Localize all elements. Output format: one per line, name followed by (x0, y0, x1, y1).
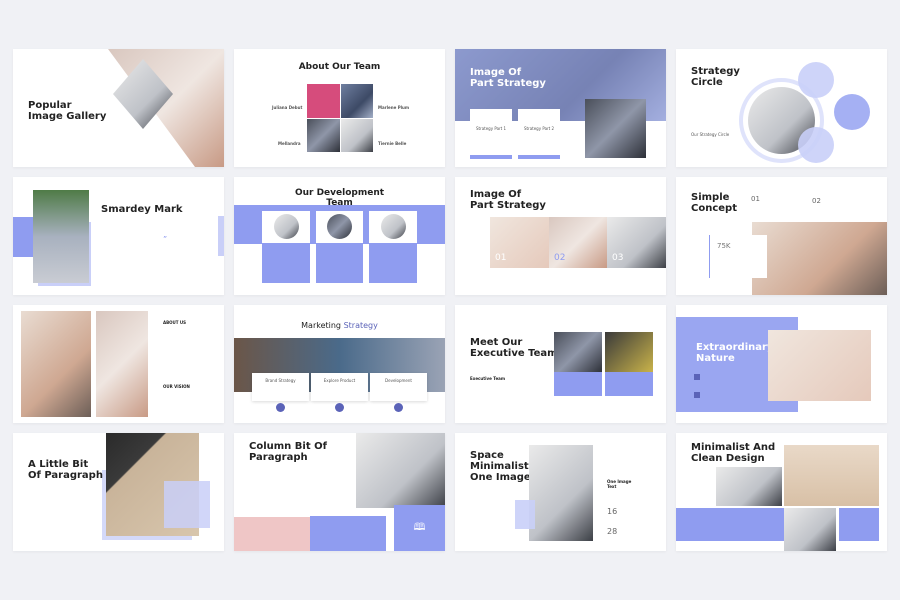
strategy-point (834, 94, 870, 130)
side-tab (13, 217, 33, 257)
wall-image (784, 445, 879, 506)
concept-image (752, 222, 887, 295)
executive-card (554, 372, 602, 396)
member-photo (340, 84, 373, 118)
member-avatar (273, 214, 299, 239)
subtitle: Our Strategy Circle (691, 132, 730, 137)
card-icon (394, 403, 403, 412)
slide-about-our-team[interactable]: About Our Team Juliana Debut Marlene Plu… (234, 49, 445, 167)
frame-image (356, 433, 445, 508)
step-number: 01 (495, 253, 507, 263)
slide-our-development-team[interactable]: Our Development Team (234, 177, 445, 295)
subtitle: Executive Team (470, 376, 506, 381)
card-button[interactable] (470, 155, 512, 159)
slide-title: Meet Our Executive Team (470, 337, 558, 359)
about-image (21, 311, 91, 417)
member-photo (307, 84, 340, 118)
slide-space-minimalist[interactable]: Space Minimalist One Image One Image Text … (455, 433, 666, 551)
laptop-image (784, 508, 836, 551)
slide-extraordinary-nature[interactable]: Extraordinary Nature (676, 305, 887, 423)
executive-card (605, 372, 653, 396)
slide-marketing-strategy[interactable]: Marketing Strategy Brand Strategy Explor… (234, 305, 445, 423)
about-image (96, 311, 148, 417)
slide-title: About Our Team (298, 62, 381, 72)
stat-value: 28 (607, 527, 618, 536)
member-avatar (327, 214, 352, 239)
slide-meet-our-executive-team[interactable]: Meet Our Executive Team Executive Team (455, 305, 666, 423)
member-photo (340, 118, 373, 152)
slide-title: Image Of Part Strategy (470, 67, 546, 89)
slide-popular-image-gallery[interactable]: Popular Image Gallery (13, 49, 224, 167)
book-icon-block: 🕮 (394, 505, 445, 551)
member-card (369, 243, 417, 283)
executive-photo (554, 332, 602, 372)
team-image (585, 99, 646, 158)
step-number: 03 (612, 253, 624, 263)
slide-a-little-bit-of-paragraph[interactable]: A Little Bit Of Paragraph (13, 433, 224, 551)
desk-image (768, 330, 871, 401)
slide-title: Space Minimalist One Image (470, 450, 531, 483)
slide-column-bit-of-paragraph[interactable]: Column Bit Of Paragraph 🕮 (234, 433, 445, 551)
text-block (676, 508, 784, 541)
office-image (716, 467, 782, 506)
member-card (262, 243, 310, 283)
slide-title: Column Bit Of Paragraph (249, 441, 327, 463)
slide-image-of-part-strategy[interactable]: Image Of Part Strategy Strategy Part 1 St… (455, 49, 666, 167)
point-number: 01 (751, 195, 760, 203)
slide-title: Popular Image Gallery (28, 100, 107, 122)
info-card (164, 481, 210, 528)
feature-icon (694, 392, 700, 398)
step-number: 02 (554, 253, 566, 263)
slide-title: Minimalist And Clean Design (691, 442, 776, 464)
profile-photo (33, 190, 89, 283)
slide-title: Image Of Part Strategy (470, 189, 546, 211)
accent-block (515, 500, 535, 529)
slide-smardey-mark[interactable]: Smardey Mark ” (13, 177, 224, 295)
slide-title: Strategy Circle (691, 66, 740, 88)
accent-bar (218, 216, 224, 256)
heading-about-us: ABOUT US (163, 320, 187, 325)
slide-title: Extraordinary Nature (696, 342, 774, 364)
member-name: Tiernie Belle (378, 141, 407, 146)
slide-about-us[interactable]: ABOUT US OUR VISION (13, 305, 224, 423)
point-number: 02 (812, 197, 821, 205)
slide-title: Smardey Mark (101, 204, 183, 215)
member-name: Mellandra (278, 141, 301, 146)
slide-strategy-circle[interactable]: Strategy Circle Our Strategy Circle (676, 49, 887, 167)
desk-image (234, 517, 310, 551)
slide-title: Simple Concept (691, 192, 737, 214)
member-photo (307, 118, 340, 152)
office-image (529, 445, 593, 541)
member-name: Marlene Plum (378, 105, 410, 110)
member-avatar (380, 214, 406, 239)
slide-image-of-part-strategy-2[interactable]: Image Of Part Strategy 01 02 03 (455, 177, 666, 295)
stat-value: 16 (607, 507, 618, 516)
card-label: Strategy Part 1 (475, 126, 507, 131)
card-label: Strategy Part 2 (523, 126, 555, 131)
member-card (316, 243, 363, 283)
stat-value: 75K (717, 242, 731, 250)
side-title: One Image Text (607, 479, 632, 489)
feature-icon (694, 374, 700, 380)
card-label: Explore Product (323, 378, 356, 383)
slide-simple-concept[interactable]: Simple Concept 01 02 75K (676, 177, 887, 295)
card-button[interactable] (518, 155, 560, 159)
slide-title: A Little Bit Of Paragraph (28, 459, 103, 481)
quote-icon: ” (163, 235, 168, 244)
icon-block (839, 508, 879, 541)
strategy-point (798, 127, 834, 163)
executive-photo (605, 332, 653, 372)
quote-block (310, 516, 386, 551)
card-icon (335, 403, 344, 412)
card-label: Development (385, 378, 412, 383)
slide-minimalist-and-clean-design[interactable]: Minimalist And Clean Design (676, 433, 887, 551)
card-icon (276, 403, 285, 412)
member-name: Juliana Debut (272, 105, 303, 110)
heading-our-vision: OUR VISION (163, 384, 190, 389)
card-label: Brand Strategy (265, 378, 296, 383)
book-icon: 🕮 (413, 522, 426, 533)
strategy-point (798, 62, 834, 98)
slide-title: Marketing Strategy (301, 321, 378, 330)
